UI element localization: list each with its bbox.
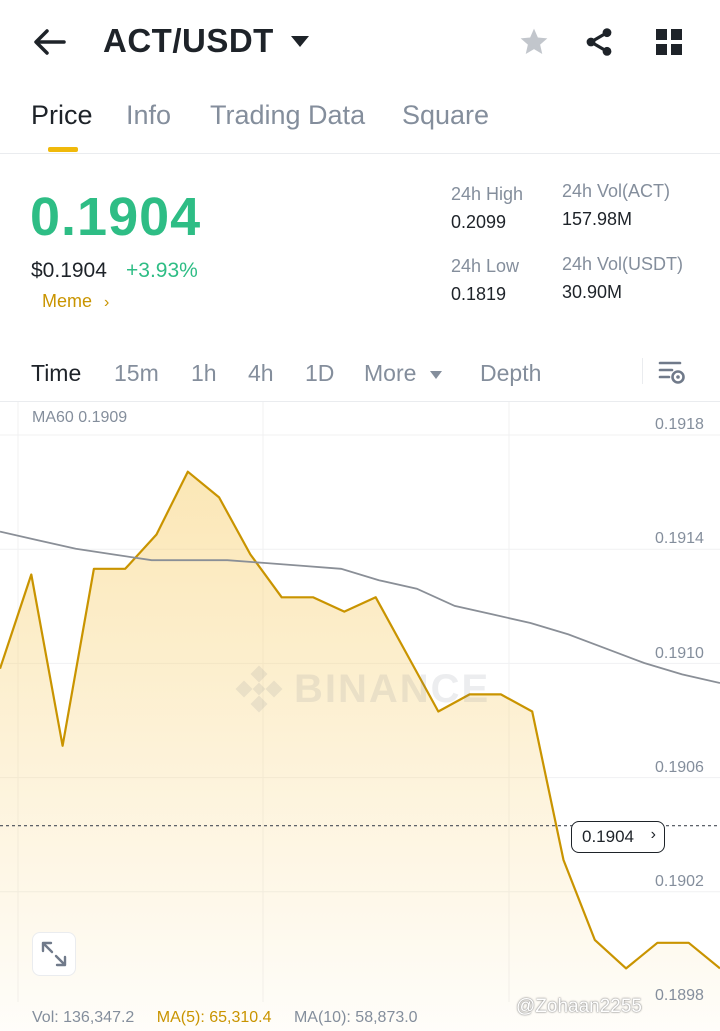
- tab-bar: Price Info Trading Data Square: [0, 98, 720, 154]
- pair-title[interactable]: ACT/USDT: [103, 22, 274, 60]
- caret-down-icon: [429, 370, 442, 379]
- divider: [642, 358, 643, 384]
- current-price-label: 0.1904: [582, 827, 634, 846]
- top-bar: ACT/USDT: [0, 0, 720, 86]
- volume-ma10: MA(10): 58,873.0: [293, 1009, 418, 1026]
- category-tag[interactable]: Meme ›: [42, 291, 109, 312]
- vol-base-value: 157.98M: [562, 209, 633, 229]
- tab-trading-data[interactable]: Trading Data: [210, 100, 365, 131]
- back-arrow-icon[interactable]: [30, 24, 70, 60]
- interval-more-label: More: [364, 360, 417, 386]
- volume-ma5: MA(5): 65,310.4: [156, 1009, 272, 1026]
- volume-value: Vol: 136,347.2: [32, 1009, 135, 1026]
- volume-summary: Vol: 136,347.2 MA(5): 65,310.4 MA(10): 5…: [32, 1009, 436, 1027]
- active-tab-indicator: [48, 147, 78, 152]
- fullscreen-button[interactable]: [32, 932, 76, 976]
- price-change-percent: +3.93%: [126, 259, 198, 282]
- caret-down-icon[interactable]: [290, 34, 310, 48]
- high-value: 0.2099: [451, 212, 507, 232]
- y-tick-label: 0.1914: [655, 530, 704, 547]
- interval-more[interactable]: More: [364, 360, 443, 387]
- y-tick-label: 0.1902: [655, 873, 704, 890]
- ma60-legend: MA60 0.1909: [32, 409, 128, 426]
- star-icon[interactable]: [516, 24, 552, 60]
- interval-1h[interactable]: 1h: [191, 360, 217, 387]
- price-area-fill: [0, 471, 720, 1031]
- vol-quote-value: 30.90M: [562, 282, 623, 302]
- vol-quote-label: 24h Vol(USDT): [562, 254, 684, 274]
- binance-watermark-text: BINANCE: [294, 666, 491, 711]
- y-tick-label: 0.1906: [655, 759, 704, 776]
- vol-base-label: 24h Vol(ACT): [562, 181, 671, 201]
- expand-icon: [41, 941, 67, 967]
- last-price: 0.1904: [30, 187, 202, 247]
- chart-settings-icon[interactable]: [656, 357, 690, 389]
- tab-square[interactable]: Square: [402, 100, 489, 131]
- tab-info[interactable]: Info: [126, 100, 171, 131]
- y-tick-label: 0.1910: [655, 645, 704, 662]
- interval-bar: Time 15m 1h 4h 1D More Depth: [0, 350, 720, 402]
- share-icon[interactable]: [581, 24, 617, 60]
- interval-depth[interactable]: Depth: [480, 360, 541, 387]
- low-label: 24h Low: [451, 256, 520, 276]
- interval-15m[interactable]: 15m: [114, 360, 159, 387]
- interval-4h[interactable]: 4h: [248, 360, 274, 387]
- high-label: 24h High: [451, 184, 524, 204]
- interval-1d[interactable]: 1D: [305, 360, 334, 387]
- chevron-right-icon: ›: [104, 294, 110, 311]
- interval-time[interactable]: Time: [31, 360, 81, 387]
- price-chart-svg[interactable]: [0, 402, 720, 1031]
- chevron-right-icon: ›: [650, 826, 656, 843]
- category-tag-label: Meme: [42, 291, 93, 311]
- y-tick-label: 0.1898: [655, 987, 704, 1004]
- low-value: 0.1819: [451, 284, 507, 304]
- current-price-marker[interactable]: 0.1904 ›: [571, 821, 665, 853]
- tab-price[interactable]: Price: [31, 100, 93, 131]
- user-watermark: @Zohaan2255: [516, 996, 642, 1017]
- binance-logo-icon: [235, 665, 283, 713]
- grid-menu-icon[interactable]: [651, 24, 687, 60]
- y-tick-label: 0.1918: [655, 416, 704, 433]
- usd-price: $0.1904: [31, 259, 107, 282]
- binance-watermark: BINANCE: [234, 664, 490, 714]
- price-chart[interactable]: BINANCE MA60 0.1909 0.1918 0.1914 0.1910…: [0, 402, 720, 1031]
